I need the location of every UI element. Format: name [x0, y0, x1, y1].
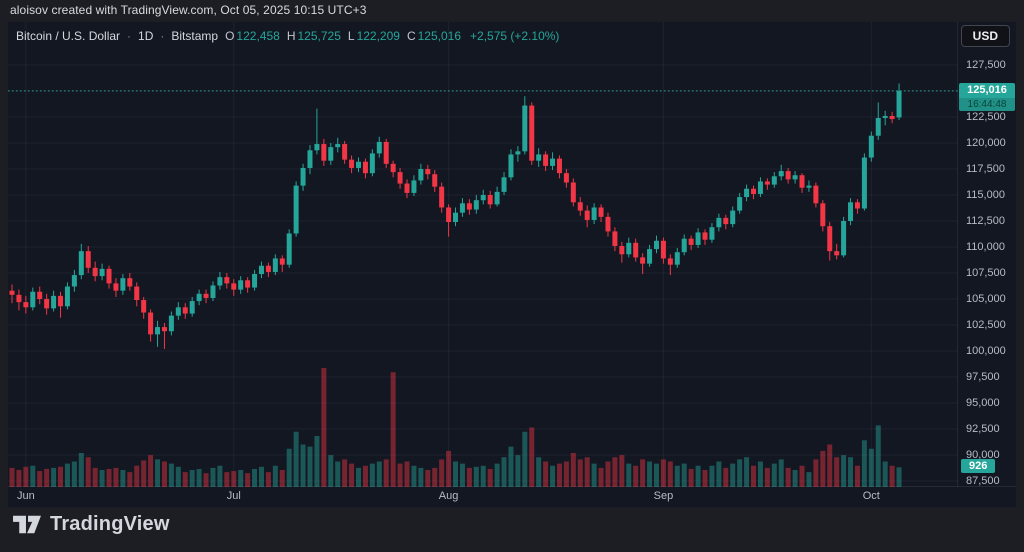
price-tick-label: 112,500: [966, 214, 1005, 228]
symbol-legend[interactable]: Bitcoin / U.S. Dollar · 1D · Bitstamp O …: [16, 29, 559, 43]
price-tick-label: 122,500: [966, 110, 1006, 124]
tradingview-snapshot: aloisov created with TradingView.com, Oc…: [0, 0, 1024, 552]
price-tick-label: 95,000: [966, 396, 1000, 410]
last-price-value: 125,016: [959, 83, 1015, 98]
month-label: Sep: [654, 490, 674, 502]
close-value: C 125,016: [407, 29, 461, 43]
tradingview-wordmark: TradingView: [50, 513, 170, 536]
price-tick-label: 100,000: [966, 344, 1006, 358]
time-axis[interactable]: Jun Jul Aug Sep Oct: [8, 486, 1016, 507]
tradingview-logo-icon: [12, 513, 42, 536]
change-value: +2,575 (+2.10%): [470, 29, 559, 43]
attribution-text: aloisov created with TradingView.com, Oc…: [10, 3, 367, 17]
price-tick-label: 127,500: [966, 58, 1006, 72]
price-tick-label: 92,500: [966, 422, 1000, 436]
price-tick-label: 107,500: [966, 266, 1006, 280]
currency-button[interactable]: USD: [961, 25, 1010, 47]
price-tick-label: 120,000: [966, 136, 1006, 150]
legend-separator: ·: [160, 29, 164, 43]
month-label: Jun: [17, 490, 35, 502]
month-label: Oct: [863, 490, 880, 502]
month-label: Jul: [227, 490, 241, 502]
price-tick-label: 115,000: [966, 188, 1005, 202]
month-label: Aug: [439, 490, 459, 502]
high-value: H 125,725: [287, 29, 341, 43]
price-tick-label: 102,500: [966, 318, 1006, 332]
last-price-badge: 125,016 16:44:48: [959, 83, 1015, 111]
price-tick-label: 117,500: [966, 162, 1005, 176]
candlestick-chart-canvas[interactable]: [8, 22, 958, 487]
low-value: L 122,209: [348, 29, 400, 43]
legend-separator: ·: [127, 29, 131, 43]
chart-panel: Bitcoin / U.S. Dollar · 1D · Bitstamp O …: [8, 22, 1016, 507]
tradingview-logo[interactable]: TradingView: [12, 513, 170, 536]
price-tick-label: 97,500: [966, 370, 1000, 384]
bar-countdown: 16:44:48: [959, 98, 1015, 111]
symbol-name[interactable]: Bitcoin / U.S. Dollar: [16, 29, 120, 43]
price-tick-label: 110,000: [966, 240, 1005, 254]
open-value: O 122,458: [225, 29, 280, 43]
last-volume-badge: 926: [961, 459, 995, 473]
exchange-label[interactable]: Bitstamp: [171, 29, 218, 43]
interval-label[interactable]: 1D: [138, 29, 153, 43]
price-tick-label: 105,000: [966, 292, 1006, 306]
